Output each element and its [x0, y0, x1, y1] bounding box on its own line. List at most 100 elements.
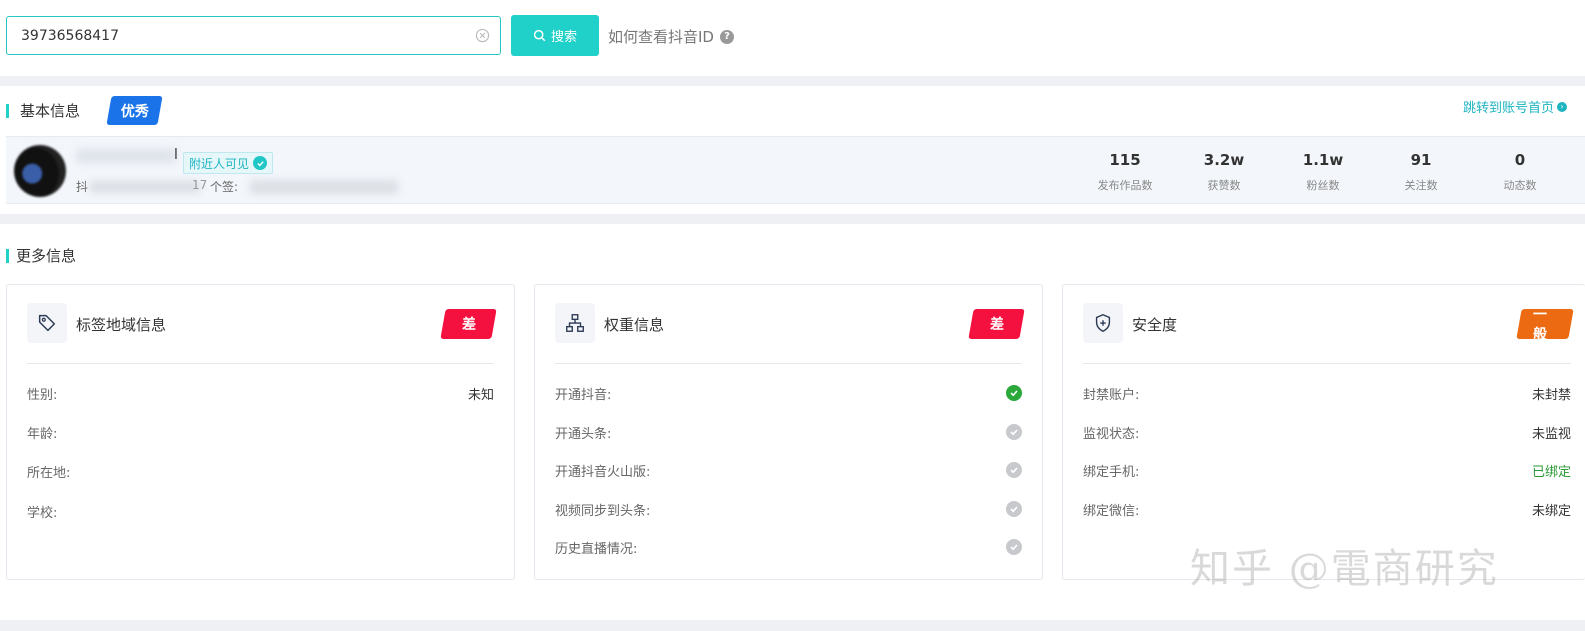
row-label: 绑定微信:: [1083, 503, 1140, 519]
howto-find-id-link[interactable]: 如何查看抖音ID ?: [608, 26, 734, 47]
row-value: 已绑定: [1531, 464, 1571, 480]
card-title: 权重信息: [604, 316, 665, 334]
douyin-id-input[interactable]: [7, 17, 467, 54]
sitemap-icon: [555, 303, 595, 343]
stat-label: 粉丝数: [1306, 179, 1340, 192]
grade-badge: 差: [440, 309, 497, 339]
info-row-douyin: 开通抖音:: [555, 383, 1022, 403]
tag-icon: [27, 303, 67, 343]
stat-value: 0: [1514, 151, 1526, 169]
profile-card: l 附近人可见 抖 17 个签: 115 发布作品数 3.2w 获赞数 1.1w…: [6, 136, 1585, 204]
info-row-huoshan: 开通抖音火山版:: [555, 460, 1022, 480]
row-value: 未知: [467, 387, 494, 403]
search-bar: 搜索 如何查看抖音ID ?: [0, 0, 1585, 76]
question-icon: ?: [719, 29, 734, 44]
jump-to-home-link[interactable]: 跳转到账号首页 ›: [1463, 97, 1567, 116]
row-label: 绑定手机:: [1083, 464, 1140, 480]
row-label: 性别:: [27, 387, 58, 403]
card-header: 安全度 一般: [1083, 303, 1574, 364]
row-label: 视频同步到头条:: [555, 503, 651, 519]
stat-works: 115 发布作品数: [1075, 151, 1175, 193]
check-circle-icon: [1006, 385, 1022, 401]
info-row-gender: 性别: 未知: [27, 383, 494, 403]
weight-info-card: 权重信息 差 开通抖音: 开通头条: 开通抖音火山版: 视频同步到头条: 历史直…: [534, 284, 1043, 580]
section-accent-bar: [6, 103, 9, 118]
row-label: 开通抖音:: [555, 387, 612, 403]
arrow-right-icon: ›: [1557, 101, 1567, 112]
info-row-banned: 封禁账户: 未封禁: [1083, 383, 1571, 403]
info-row-monitor: 监视状态: 未监视: [1083, 422, 1571, 442]
signature-label: 个签:: [210, 180, 239, 194]
grade-badge: 差: [968, 309, 1025, 339]
stat-label: 关注数: [1404, 179, 1438, 192]
stat-value: 115: [1109, 151, 1141, 169]
card-header: 权重信息 差: [555, 303, 1025, 364]
info-row-phone: 绑定手机: 已绑定: [1083, 460, 1571, 480]
stat-following: 91 关注数: [1371, 151, 1471, 193]
stat-label: 获赞数: [1207, 179, 1241, 192]
howto-label: 如何查看抖音ID: [608, 28, 714, 46]
signature-redacted: [250, 180, 398, 194]
stat-label: 动态数: [1503, 179, 1537, 192]
check-circle-icon: [1006, 501, 1022, 517]
search-button[interactable]: 搜索: [511, 15, 599, 56]
row-label: 所在地:: [27, 465, 71, 481]
stat-label: 发布作品数: [1097, 179, 1153, 192]
jump-link-label: 跳转到账号首页: [1462, 101, 1554, 116]
row-label: 监视状态:: [1083, 426, 1140, 442]
stat-likes: 3.2w 获赞数: [1174, 151, 1274, 193]
row-label: 学校:: [27, 505, 58, 521]
basic-info-title-text: 基本信息: [20, 102, 81, 120]
row-value: 未封禁: [1531, 387, 1571, 403]
stat-dynamics: 0 动态数: [1470, 151, 1570, 193]
info-row-school: 学校:: [27, 501, 494, 521]
info-row-wechat: 绑定微信: 未绑定: [1083, 499, 1571, 519]
row-label: 历史直播情况:: [555, 541, 638, 557]
card-title: 标签地域信息: [76, 316, 167, 334]
avatar: [14, 145, 66, 197]
info-row-age: 年龄:: [27, 422, 494, 442]
grade-text: 一般: [1533, 307, 1547, 343]
row-label: 封禁账户:: [1083, 387, 1140, 403]
check-icon: [253, 156, 268, 170]
tag-region-card: 标签地域信息 差 性别: 未知 年龄: 所在地: 学校:: [6, 284, 515, 580]
info-row-live: 历史直播情况:: [555, 537, 1022, 557]
nearby-visible-badge: 附近人可见: [183, 152, 274, 174]
more-info-title: 更多信息: [6, 245, 76, 266]
check-circle-icon: [1006, 462, 1022, 478]
search-button-label: 搜索: [550, 29, 577, 44]
info-row-sync: 视频同步到头条:: [555, 499, 1022, 519]
row-label: 年龄:: [27, 426, 58, 442]
grade-text: 差: [989, 317, 1004, 333]
row-label: 开通头条:: [555, 426, 612, 442]
check-circle-icon: [1006, 539, 1022, 555]
stat-fans: 1.1w 粉丝数: [1273, 151, 1373, 193]
info-row-location: 所在地:: [27, 461, 494, 481]
row-label: 开通抖音火山版:: [555, 464, 651, 480]
info-row-toutiao: 开通头条:: [555, 422, 1022, 442]
stat-value: 3.2w: [1203, 151, 1245, 169]
row-value: 未监视: [1531, 426, 1571, 442]
watermark: 知乎 @電商研究: [1190, 546, 1499, 592]
clear-icon[interactable]: [475, 28, 490, 43]
nickname-tail: l: [174, 147, 178, 163]
shield-icon: [1083, 303, 1123, 343]
stat-value: 1.1w: [1302, 151, 1344, 169]
row-value: 未绑定: [1531, 503, 1571, 519]
check-circle-icon: [1006, 424, 1022, 440]
level-badge: 优秀: [106, 96, 163, 125]
divider: [0, 214, 1585, 224]
douyin-id-tail: 17: [192, 178, 208, 192]
card-header: 标签地域信息 差: [27, 303, 497, 364]
grade-badge: 一般: [1516, 307, 1574, 343]
douyin-id-label: 抖: [76, 180, 89, 194]
section-accent-bar: [6, 248, 9, 263]
nearby-visible-text: 附近人可见: [189, 156, 250, 171]
more-info-title-text: 更多信息: [16, 247, 77, 265]
level-badge-text: 优秀: [120, 103, 149, 120]
stat-value: 91: [1410, 151, 1432, 169]
card-title: 安全度: [1132, 316, 1178, 334]
nickname-redacted: [76, 149, 176, 163]
divider: [0, 620, 1585, 631]
divider: [0, 76, 1585, 86]
